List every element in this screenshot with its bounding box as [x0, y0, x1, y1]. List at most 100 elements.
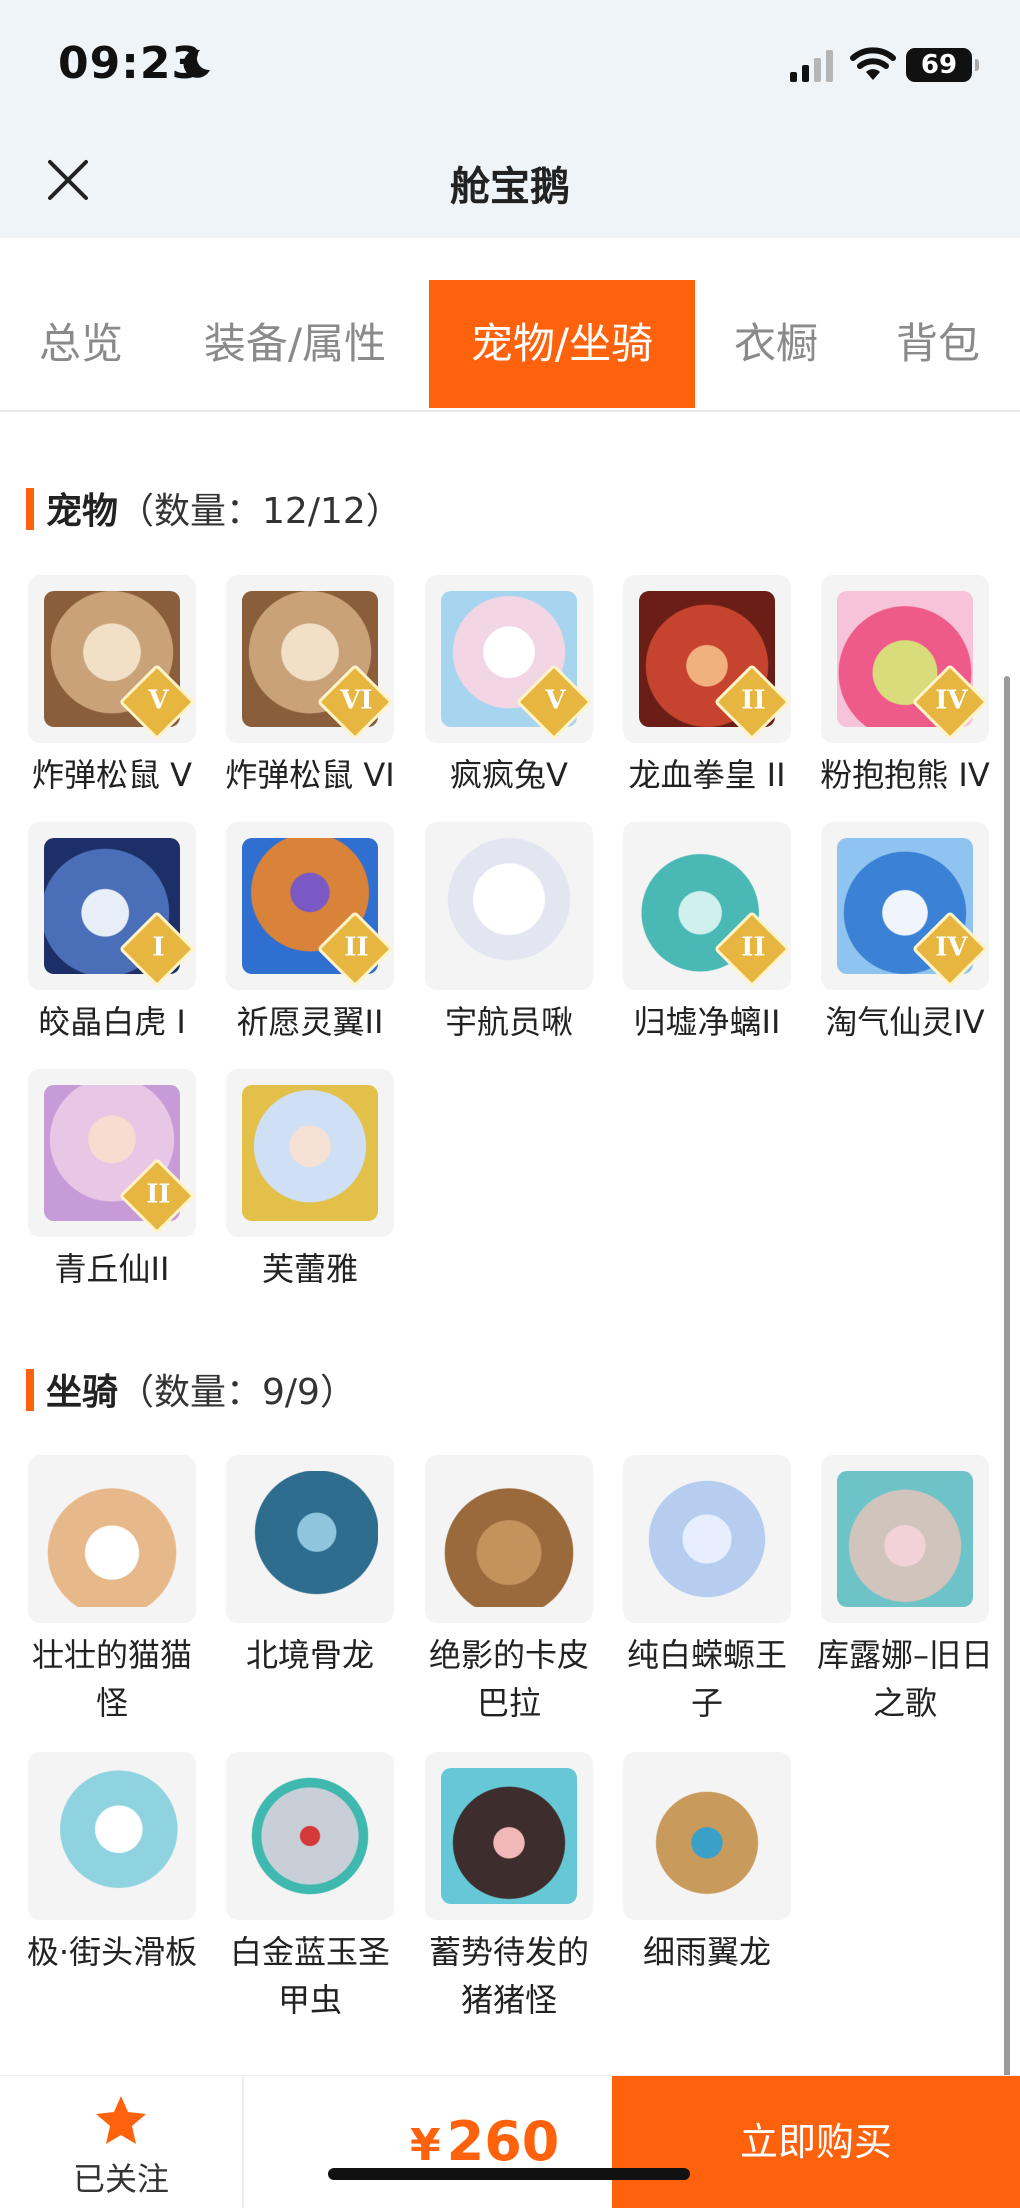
mount-thumbnail	[28, 1455, 196, 1623]
tab-pets-mounts[interactable]: 宠物/坐骑	[429, 280, 695, 408]
mount-image	[441, 1471, 577, 1607]
tab-backpack[interactable]: 背包	[876, 280, 1000, 408]
tab-wardrobe[interactable]: 衣橱	[716, 280, 836, 408]
pet-thumbnail: II	[623, 822, 791, 990]
home-indicator[interactable]	[328, 2168, 690, 2180]
section-marker	[26, 488, 34, 530]
mount-thumbnail	[226, 1455, 394, 1623]
pet-item[interactable]: VI 炸弹松鼠 VI	[220, 575, 400, 799]
pet-item[interactable]: V 疯疯兔V	[419, 575, 599, 799]
mount-item[interactable]: 北境骨龙	[220, 1455, 400, 1679]
pet-label: 粉抱抱熊 IV	[820, 756, 990, 794]
pets-count: （数量：12/12）	[118, 491, 402, 532]
pet-thumbnail: I	[28, 822, 196, 990]
pet-label: 炸弹松鼠 V	[31, 756, 193, 794]
mount-thumbnail	[425, 1455, 593, 1623]
pets-title: 宠物	[46, 491, 119, 532]
pet-label: 归墟净螭II	[633, 1003, 781, 1041]
pet-item[interactable]: 宇航员啾	[419, 822, 599, 1046]
pet-image	[242, 1085, 378, 1221]
pet-label: 疯疯兔V	[450, 756, 568, 794]
pet-label: 芙蕾雅	[261, 1250, 358, 1288]
pet-thumbnail: V	[28, 575, 196, 743]
mount-thumbnail	[623, 1455, 791, 1623]
pet-item[interactable]: II 归墟净螭II	[617, 822, 797, 1046]
buy-now-button[interactable]: 立即购买	[612, 2076, 1020, 2208]
mounts-count: （数量：9/9）	[118, 1372, 356, 1413]
app-header: 舱宝鹅	[0, 130, 1020, 238]
star-icon	[96, 2096, 146, 2144]
mount-thumbnail	[226, 1752, 394, 1920]
pet-item[interactable]: IV 粉抱抱熊 IV	[815, 575, 995, 799]
mount-thumbnail	[623, 1752, 791, 1920]
status-bar: 09:23 69	[0, 0, 1020, 130]
mount-image	[44, 1471, 180, 1607]
pet-item[interactable]: II 青丘仙II	[22, 1069, 202, 1293]
mount-label: 绝影的卡皮巴拉	[428, 1636, 589, 1722]
mount-item[interactable]: 细雨翼龙	[617, 1752, 797, 1976]
pet-thumbnail: VI	[226, 575, 394, 743]
signal-icon	[790, 50, 833, 82]
mount-thumbnail	[28, 1752, 196, 1920]
mounts-section-title: 坐骑（数量：9/9）	[26, 1363, 356, 1415]
mount-image	[242, 1768, 378, 1904]
section-marker	[26, 1369, 34, 1411]
currency-symbol: ¥	[410, 2120, 441, 2171]
mount-item[interactable]: 白金蓝玉圣甲虫	[220, 1752, 400, 2024]
pet-label: 宇航员啾	[444, 1003, 573, 1041]
pet-thumbnail: V	[425, 575, 593, 743]
pet-label: 祈愿灵翼II	[236, 1003, 384, 1041]
wifi-icon	[850, 47, 896, 80]
pet-thumbnail: II	[28, 1069, 196, 1237]
mount-image	[639, 1471, 775, 1607]
tab-bar: 总览 装备/属性 宠物/坐骑 衣橱 背包	[0, 280, 1020, 412]
battery-icon: 69	[906, 48, 979, 82]
mount-thumbnail	[425, 1752, 593, 1920]
mount-label: 蓄势待发的猪猪怪	[428, 1933, 589, 2019]
scrollbar[interactable]	[1004, 676, 1010, 2086]
mount-image	[242, 1471, 378, 1607]
mount-label: 库露娜–旧日之歌	[816, 1636, 993, 1722]
follow-button[interactable]: 已关注	[0, 2076, 244, 2208]
pet-image	[441, 838, 577, 974]
mount-label: 壮壮的猫猫怪	[31, 1636, 192, 1722]
mount-image	[639, 1768, 775, 1904]
pet-thumbnail	[425, 822, 593, 990]
mount-image	[441, 1768, 577, 1904]
pet-thumbnail: IV	[821, 575, 989, 743]
mount-label: 纯白蝾螈王子	[626, 1636, 787, 1722]
bottom-bar: 已关注 ¥260 立即购买	[0, 2075, 1020, 2208]
pet-item[interactable]: IV 淘气仙灵IV	[815, 822, 995, 1046]
follow-label: 已关注	[72, 2160, 169, 2198]
pet-label: 淘气仙灵IV	[825, 1003, 985, 1041]
pet-item[interactable]: 芙蕾雅	[220, 1069, 400, 1293]
pet-item[interactable]: II 祈愿灵翼II	[220, 822, 400, 1046]
mount-item[interactable]: 蓄势待发的猪猪怪	[419, 1752, 599, 2024]
mount-label: 北境骨龙	[245, 1636, 374, 1674]
mount-label: 细雨翼龙	[642, 1933, 771, 1971]
mount-item[interactable]: 极·街头滑板	[22, 1752, 202, 1976]
mount-item[interactable]: 纯白蝾螈王子	[617, 1455, 797, 1727]
pet-item[interactable]: I 皎晶白虎 I	[22, 822, 202, 1046]
pet-thumbnail	[226, 1069, 394, 1237]
mount-item[interactable]: 壮壮的猫猫怪	[22, 1455, 202, 1727]
pet-thumbnail: II	[226, 822, 394, 990]
pet-thumbnail: II	[623, 575, 791, 743]
mount-image	[44, 1768, 180, 1904]
pet-label: 炸弹松鼠 VI	[225, 756, 395, 794]
mount-label: 白金蓝玉圣甲虫	[229, 1933, 390, 2019]
pet-item[interactable]: II 龙血拳皇 II	[617, 575, 797, 799]
pets-section-title: 宠物（数量：12/12）	[26, 482, 402, 534]
moon-icon	[183, 49, 210, 78]
mount-label: 极·街头滑板	[26, 1933, 198, 1971]
mount-item[interactable]: 绝影的卡皮巴拉	[419, 1455, 599, 1727]
pet-item[interactable]: V 炸弹松鼠 V	[22, 575, 202, 799]
price: ¥260	[410, 2110, 559, 2173]
mount-image	[837, 1471, 973, 1607]
pet-label: 青丘仙II	[54, 1250, 170, 1288]
tab-overview[interactable]: 总览	[10, 280, 152, 408]
price-value: 260	[446, 2110, 560, 2173]
tab-equipment[interactable]: 装备/属性	[180, 280, 410, 408]
mount-item[interactable]: 库露娜–旧日之歌	[815, 1455, 995, 1727]
pet-label: 龙血拳皇 II	[628, 756, 786, 794]
